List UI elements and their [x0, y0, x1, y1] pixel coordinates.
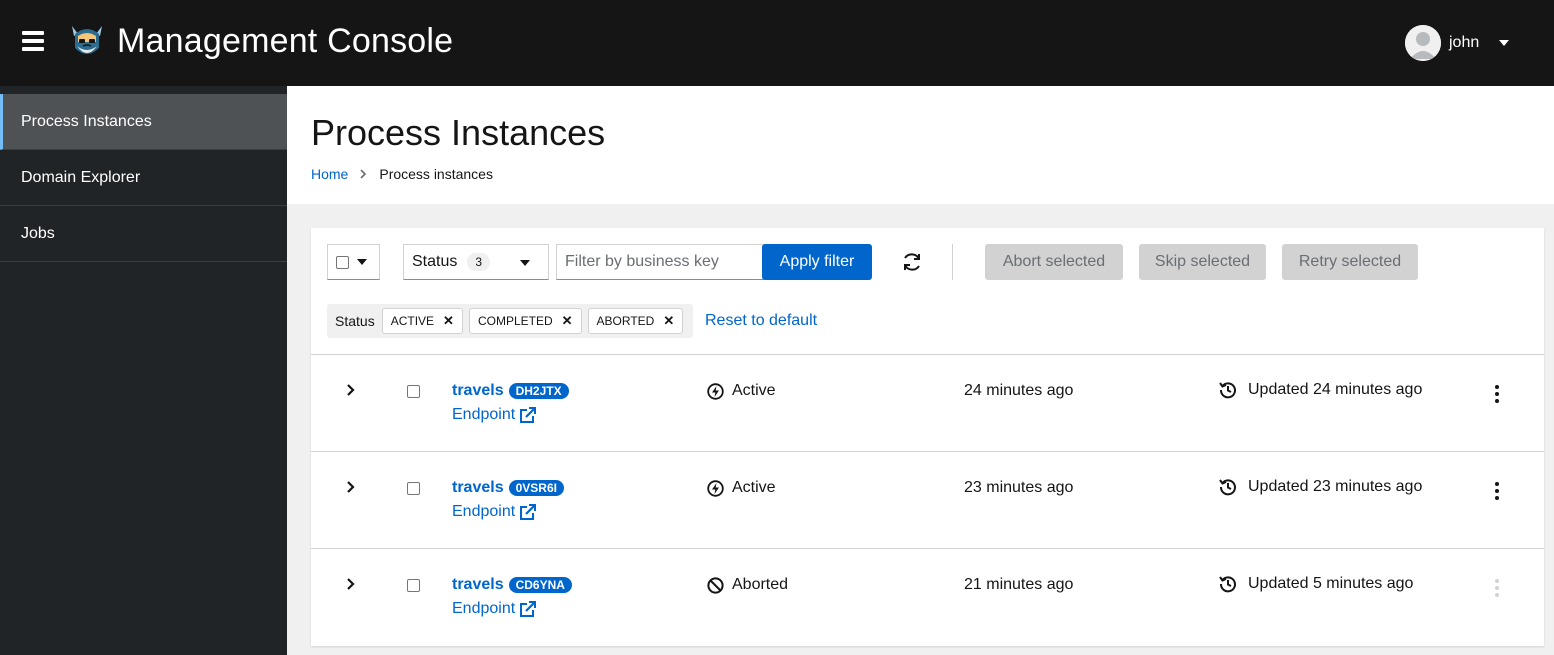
row-checkbox[interactable]	[407, 385, 420, 398]
status-label: Aborted	[732, 576, 789, 593]
updated-cell: Updated 24 minutes ago	[1219, 381, 1422, 399]
process-id-badge: CD6YNA	[508, 577, 572, 593]
bulk-select-checkbox[interactable]	[336, 255, 349, 269]
breadcrumb-current: Process instances	[379, 166, 493, 182]
close-icon[interactable]: ✕	[562, 313, 573, 329]
hamburger-menu-icon[interactable]	[22, 31, 44, 51]
chip-label: COMPLETED	[477, 314, 553, 328]
updated-label: Updated 23 minutes ago	[1248, 478, 1423, 495]
kebab-menu-icon	[1494, 579, 1500, 597]
kebab-menu-icon[interactable]	[1494, 482, 1500, 500]
user-menu-toggle[interactable]: john	[1405, 25, 1510, 61]
updated-cell: Updated 23 minutes ago	[1219, 478, 1422, 496]
close-icon[interactable]: ✕	[663, 313, 674, 329]
page-header: Process Instances Home Process instances	[287, 86, 1554, 204]
apply-filter-button[interactable]: Apply filter	[762, 244, 872, 280]
endpoint-label: Endpoint	[452, 406, 516, 423]
caret-down-icon	[357, 259, 367, 265]
process-instance-table: travels DH2JTX Endpoint Active 24 minute…	[311, 354, 1544, 645]
reset-to-default-link[interactable]: Reset to default	[705, 312, 817, 330]
endpoint-link[interactable]: Endpoint	[452, 503, 537, 521]
table-row: travels 0VSR6I Endpoint Active 23 minute…	[311, 451, 1544, 548]
updated-cell: Updated 5 minutes ago	[1219, 575, 1413, 593]
created-time: 23 minutes ago	[964, 479, 1074, 496]
chip-label: ABORTED	[596, 314, 655, 328]
bolt-icon	[707, 382, 724, 400]
chevron-right-icon[interactable]	[346, 480, 356, 493]
sidebar-item-jobs[interactable]: Jobs	[0, 206, 287, 262]
endpoint-link[interactable]: Endpoint	[452, 600, 537, 618]
history-icon	[1219, 382, 1236, 399]
status-filter-count-badge: 3	[467, 253, 491, 271]
status-cell: Aborted	[707, 576, 788, 594]
close-icon[interactable]: ✕	[443, 313, 454, 329]
status-filter-label: Status	[412, 253, 458, 270]
toolbar: Status 3 Apply filter Abort selected Ski…	[327, 244, 1527, 280]
endpoint-link[interactable]: Endpoint	[452, 406, 537, 424]
process-name: travels	[452, 576, 504, 593]
chevron-right-icon[interactable]	[346, 383, 356, 396]
user-name: john	[1449, 34, 1480, 51]
caret-down-icon	[520, 260, 530, 266]
process-name-link[interactable]: travels CD6YNA	[452, 576, 572, 594]
chip-aborted: ABORTED ✕	[587, 308, 684, 334]
chip-group-category: Status	[335, 313, 375, 329]
endpoint-label: Endpoint	[452, 503, 516, 520]
process-list-card: Status 3 Apply filter Abort selected Ski…	[311, 228, 1544, 646]
chip-active: ACTIVE ✕	[381, 308, 463, 334]
status-cell: Active	[707, 382, 776, 400]
avatar	[1405, 25, 1441, 61]
external-link-icon	[520, 600, 537, 617]
created-time: 21 minutes ago	[964, 576, 1074, 593]
process-id-badge: 0VSR6I	[508, 480, 564, 496]
status-chip-group: Status ACTIVE ✕ COMPLETED ✕ ABORTED ✕	[327, 304, 694, 338]
status-filter-select[interactable]: Status 3	[403, 244, 549, 280]
updated-label: Updated 5 minutes ago	[1248, 575, 1414, 592]
sidebar-item-domain-explorer[interactable]: Domain Explorer	[0, 150, 287, 206]
sidebar-item-process-instances[interactable]: Process Instances	[0, 94, 287, 150]
chevron-right-icon[interactable]	[346, 577, 356, 590]
retry-selected-button[interactable]: Retry selected	[1282, 244, 1418, 280]
breadcrumb-home-link[interactable]: Home	[311, 166, 348, 182]
history-icon	[1219, 479, 1236, 496]
external-link-icon	[520, 503, 537, 520]
status-cell: Active	[707, 479, 776, 497]
chevron-right-icon	[360, 166, 367, 182]
app-title: Management Console	[117, 22, 454, 60]
process-name-link[interactable]: travels 0VSR6I	[452, 479, 564, 497]
abort-selected-button[interactable]: Abort selected	[985, 244, 1123, 280]
logo	[68, 22, 106, 62]
table-row: travels DH2JTX Endpoint Active 24 minute…	[311, 354, 1544, 451]
ban-icon	[707, 576, 724, 594]
process-id-badge: DH2JTX	[508, 383, 569, 399]
row-checkbox[interactable]	[407, 579, 420, 592]
bulk-select-dropdown[interactable]	[327, 244, 380, 280]
process-name-link[interactable]: travels DH2JTX	[452, 382, 569, 400]
refresh-icon[interactable]	[900, 250, 924, 274]
chip-label: ACTIVE	[390, 314, 435, 328]
toolbar-divider	[952, 244, 953, 280]
masthead: Management Console john	[0, 0, 1554, 86]
sidebar: Process Instances Domain Explorer Jobs	[0, 86, 287, 655]
external-link-icon	[520, 406, 537, 423]
status-label: Active	[732, 479, 776, 496]
row-checkbox[interactable]	[407, 482, 420, 495]
status-label: Active	[732, 382, 776, 399]
updated-label: Updated 24 minutes ago	[1248, 381, 1423, 398]
process-name: travels	[452, 479, 504, 496]
chip-completed: COMPLETED ✕	[468, 308, 582, 334]
breadcrumb: Home Process instances	[311, 166, 1554, 182]
process-name: travels	[452, 382, 504, 399]
endpoint-label: Endpoint	[452, 600, 516, 617]
bolt-icon	[707, 479, 724, 497]
page-title: Process Instances	[311, 112, 606, 153]
skip-selected-button[interactable]: Skip selected	[1139, 244, 1266, 280]
caret-down-icon	[1499, 40, 1510, 46]
table-row: travels CD6YNA Endpoint Aborted 21 minut…	[311, 548, 1544, 645]
business-key-search-input[interactable]	[556, 244, 764, 280]
kebab-menu-icon[interactable]	[1494, 385, 1500, 403]
history-icon	[1219, 576, 1236, 593]
created-time: 24 minutes ago	[964, 382, 1074, 399]
main-content: Process Instances Home Process instances…	[287, 86, 1554, 655]
